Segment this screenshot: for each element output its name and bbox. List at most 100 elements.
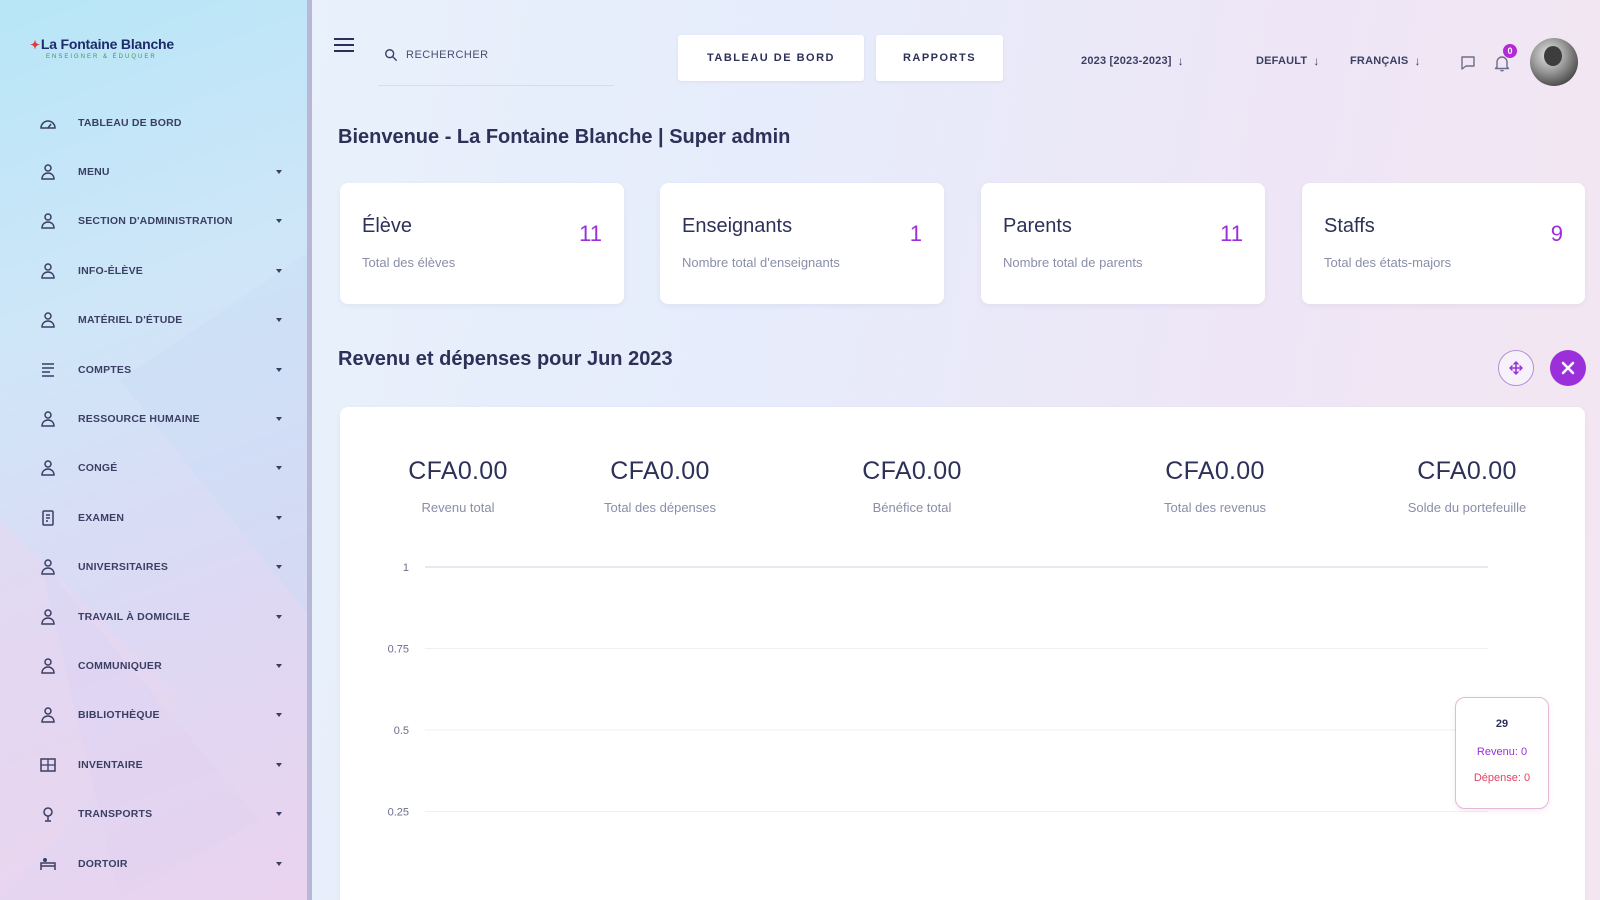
y-tick-label: 0.5 — [394, 725, 409, 737]
study-material-icon — [38, 310, 58, 330]
academic-icon — [38, 557, 58, 577]
search-input[interactable] — [406, 44, 606, 66]
sidebar-item-dormitory[interactable]: DORTOIR — [0, 839, 307, 888]
stat-value: 9 — [1550, 221, 1563, 246]
stat-value: 11 — [579, 221, 602, 246]
sidebar-item-label: TRAVAIL À DOMICILE — [78, 610, 191, 623]
sidebar-item-hr[interactable]: RESSOURCE HUMAINE — [0, 394, 307, 443]
sidebar-item-dashboard[interactable]: TABLEAU DE BORD — [0, 98, 307, 147]
sidebar: ✦La Fontaine Blanche ENSEIGNER & ÉDUQUER… — [0, 0, 312, 900]
notification-badge: 0 — [1503, 44, 1517, 58]
dashboard-icon — [38, 113, 58, 133]
admin-icon — [38, 211, 58, 231]
avatar[interactable] — [1530, 38, 1578, 86]
metric-label: Total des dépenses — [603, 500, 717, 515]
sidebar-item-inventory[interactable]: INVENTAIRE — [0, 740, 307, 789]
metric-value: CFA0.00 — [1165, 457, 1265, 485]
hr-icon — [38, 409, 58, 429]
sidebar-item-label: EXAMEN — [78, 511, 125, 524]
expand-button[interactable] — [1498, 350, 1534, 386]
library-icon — [38, 705, 58, 725]
logo-mark-icon: ✦ — [30, 38, 40, 52]
stat-value: 11 — [1220, 221, 1243, 246]
accounts-icon — [38, 360, 58, 380]
sidebar-item-accounts[interactable]: COMPTES — [0, 345, 307, 394]
sidebar-item-study-material[interactable]: MATÉRIEL D'ÉTUDE — [0, 296, 307, 345]
stat-card-students: Élève 11 Total des élèves — [340, 183, 624, 304]
sidebar-item-label: TRANSPORTS — [78, 808, 153, 821]
section-title: Revenu et dépenses pour Jun 2023 — [338, 348, 673, 370]
stat-subtitle: Nombre total de parents — [1003, 255, 1143, 270]
sidebar-item-library[interactable]: BIBLIOTHÈQUE — [0, 691, 307, 740]
person-icon — [38, 162, 58, 182]
caret-down-icon — [276, 812, 282, 817]
student-icon — [38, 261, 58, 281]
dashboard-button[interactable]: TABLEAU DE BORD — [678, 35, 864, 81]
caret-down-icon — [276, 466, 282, 471]
tooltip-expense: Dépense: 0 — [1473, 772, 1531, 784]
sidebar-item-label: INFO-ÉLÈVE — [78, 264, 144, 277]
stat-subtitle: Total des états-majors — [1324, 255, 1452, 270]
sidebar-item-person[interactable]: MENU — [0, 147, 307, 196]
close-icon — [1561, 361, 1575, 375]
chat-icon[interactable] — [1459, 54, 1477, 72]
caret-down-icon — [276, 318, 282, 323]
sidebar-item-leave[interactable]: CONGÉ — [0, 444, 307, 493]
theme-select[interactable]: DEFAULT ↓ — [1256, 54, 1320, 68]
sidebar-item-label: CONGÉ — [78, 462, 118, 475]
sidebar-item-label: DORTOIR — [78, 857, 128, 870]
brand-tagline: ENSEIGNER & ÉDUQUER — [46, 54, 157, 60]
sidebar-item-exam[interactable]: EXAMEN — [0, 493, 307, 542]
tooltip-revenue: Revenu: 0 — [1476, 746, 1528, 758]
transport-icon — [38, 804, 58, 824]
metric-total-expenses: CFA0.00 Total des dépenses — [560, 457, 760, 515]
metric-total-profit: CFA0.00 Bénéfice total — [812, 457, 1012, 515]
metric-label: Bénéfice total — [872, 500, 952, 515]
y-tick-label: 0.75 — [388, 644, 409, 656]
stat-subtitle: Total des élèves — [362, 255, 456, 270]
stat-title: Staffs — [1324, 215, 1375, 237]
sidebar-item-label: UNIVERSITAIRES — [78, 561, 169, 574]
language-select[interactable]: FRANÇAIS ↓ — [1350, 54, 1421, 68]
brand-logo[interactable]: ✦La Fontaine Blanche ENSEIGNER & ÉDUQUER — [30, 36, 230, 72]
dormitory-icon — [38, 854, 58, 874]
search-box — [378, 42, 614, 86]
sidebar-item-label: SECTION D'ADMINISTRATION — [78, 215, 233, 228]
caret-down-icon — [276, 170, 282, 175]
academic-year-select[interactable]: 2023 [2023-2023] ↓ — [1081, 54, 1184, 68]
sidebar-item-label: MENU — [78, 166, 110, 179]
arrow-down-icon: ↓ — [1177, 54, 1184, 68]
stat-card-teachers: Enseignants 1 Nombre total d'enseignants — [660, 183, 944, 304]
sidebar-item-communicate[interactable]: COMMUNIQUER — [0, 641, 307, 690]
stat-card-staffs: Staffs 9 Total des états-majors — [1302, 183, 1585, 304]
exam-icon — [38, 508, 58, 528]
income-expense-panel: CFA0.00 Revenu total CFA0.00 Total des d… — [340, 407, 1585, 900]
homework-icon — [38, 607, 58, 627]
stat-value: 1 — [909, 221, 922, 246]
caret-down-icon — [276, 861, 282, 866]
sidebar-item-transport[interactable]: TRANSPORTS — [0, 789, 307, 838]
close-button[interactable] — [1550, 350, 1586, 386]
sidebar-item-homework[interactable]: TRAVAIL À DOMICILE — [0, 592, 307, 641]
hamburger-menu-icon[interactable] — [334, 38, 354, 54]
caret-down-icon — [276, 417, 282, 422]
reports-button[interactable]: RAPPORTS — [876, 35, 1003, 81]
page-title: Bienvenue - La Fontaine Blanche | Super … — [338, 126, 791, 148]
tooltip-x: 29 — [1495, 718, 1509, 730]
sidebar-item-label: MATÉRIEL D'ÉTUDE — [78, 314, 183, 327]
sidebar-item-label: INVENTAIRE — [78, 758, 143, 771]
stat-title: Élève — [362, 215, 413, 237]
caret-down-icon — [276, 515, 282, 520]
caret-down-icon — [276, 713, 282, 718]
sidebar-item-student[interactable]: INFO-ÉLÈVE — [0, 246, 307, 295]
stat-card-parents: Parents 11 Nombre total de parents — [981, 183, 1265, 304]
search-icon — [385, 49, 397, 61]
sidebar-item-admin[interactable]: SECTION D'ADMINISTRATION — [0, 197, 307, 246]
caret-down-icon — [276, 367, 282, 372]
inventory-icon — [38, 755, 58, 775]
sidebar-nav: TABLEAU DE BORD MENU SECTION D'ADMINISTRAT… — [0, 98, 307, 888]
sidebar-item-academic[interactable]: UNIVERSITAIRES — [0, 543, 307, 592]
caret-down-icon — [276, 268, 282, 273]
arrow-down-icon: ↓ — [1313, 54, 1320, 68]
theme-value: DEFAULT — [1256, 55, 1308, 67]
